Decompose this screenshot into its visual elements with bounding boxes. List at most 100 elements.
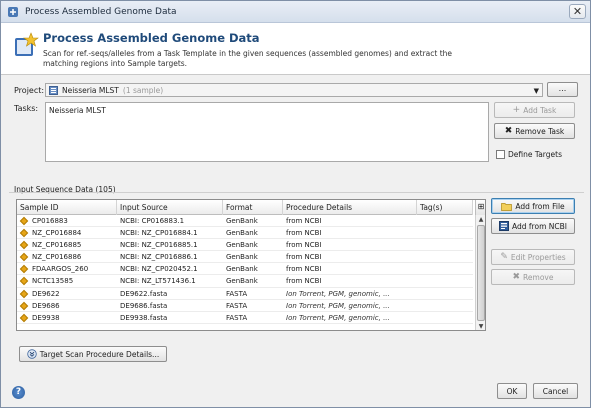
- table-row[interactable]: DE9686 DE9686.fasta FASTA Ion Torrent, P…: [17, 300, 473, 312]
- title-bar: Process Assembled Genome Data ✕: [1, 1, 590, 23]
- remove-label: Remove: [523, 272, 554, 282]
- cell-format: FASTA: [226, 301, 248, 310]
- checkbox-box[interactable]: [496, 150, 505, 159]
- cell-tags: [417, 300, 473, 312]
- column-format[interactable]: Format: [223, 200, 283, 215]
- window-title: Process Assembled Genome Data: [25, 7, 177, 17]
- define-targets-checkbox[interactable]: Define Targets: [496, 150, 562, 159]
- cell-format: GenBank: [226, 241, 258, 250]
- cell-format: GenBank: [226, 265, 258, 274]
- group-separator: [9, 192, 584, 193]
- edit-properties-label: Edit Properties: [510, 252, 566, 262]
- remove-button[interactable]: ✖ Remove: [491, 269, 575, 285]
- header-title: Process Assembled Genome Data: [43, 31, 260, 45]
- dialog-header: Process Assembled Genome Data Scan for r…: [1, 23, 590, 75]
- table-row[interactable]: NZ_CP016885 NCBI: NZ_CP016885.1 GenBank …: [17, 239, 473, 252]
- cell-input-source: NCBI: NZ_LT571436.1: [120, 277, 196, 286]
- cell-sample-id: DE9938: [32, 313, 60, 322]
- column-chooser-icon[interactable]: ⊞: [475, 200, 485, 215]
- ncbi-icon: [499, 221, 510, 231]
- target-scan-details-label: Target Scan Procedure Details...: [39, 349, 160, 359]
- cell-input-source: DE9622.fasta: [120, 289, 168, 298]
- sample-icon: [19, 313, 29, 322]
- tasks-list[interactable]: Neisseria MLST: [45, 102, 489, 162]
- sample-icon: [19, 265, 29, 274]
- scroll-thumb[interactable]: [477, 225, 485, 321]
- table-row[interactable]: FDAARGOS_260 NCBI: NZ_CP020452.1 GenBank…: [17, 263, 473, 276]
- cell-input-source: NCBI: NZ_CP016884.1: [120, 229, 198, 238]
- sample-icon: [19, 216, 29, 226]
- target-scan-details-button[interactable]: Target Scan Procedure Details...: [19, 346, 167, 362]
- dialog-window: Process Assembled Genome Data ✕ Process …: [0, 0, 591, 408]
- add-from-file-button[interactable]: Add from File: [491, 198, 575, 214]
- table-row[interactable]: NZ_CP016886 NCBI: NZ_CP016886.1 GenBank …: [17, 251, 473, 264]
- database-icon: [49, 86, 58, 95]
- cell-tags: [417, 251, 473, 263]
- cell-sample-id: CP016883: [32, 217, 68, 225]
- cell-sample-id: NZ_CP016884: [32, 229, 82, 238]
- task-item[interactable]: Neisseria MLST: [49, 106, 106, 115]
- cell-procedure-details: from NCBI: [286, 265, 322, 274]
- header-description: Scan for ref.-seqs/alleles from a Task T…: [43, 49, 452, 68]
- cell-procedure-details: from NCBI: [286, 217, 322, 225]
- browse-project-button[interactable]: ...: [547, 82, 578, 97]
- sample-icon: [19, 289, 29, 298]
- tasks-label: Tasks:: [14, 104, 39, 113]
- define-targets-label: Define Targets: [508, 150, 562, 159]
- cell-input-source: DE9938.fasta: [120, 313, 168, 322]
- cell-tags: [417, 239, 473, 251]
- column-input-source[interactable]: Input Source: [117, 200, 223, 215]
- cell-input-source: NCBI: NZ_CP016886.1: [120, 253, 198, 262]
- project-combo[interactable]: Neisseria MLST (1 sample) ▼: [45, 83, 543, 97]
- table-row[interactable]: CP016883 NCBI: CP016883.1 GenBank from N…: [17, 215, 473, 228]
- cell-format: GenBank: [226, 277, 258, 286]
- cell-sample-id: NZ_CP016886: [32, 253, 82, 262]
- add-from-ncbi-label: Add from NCBI: [512, 221, 567, 231]
- sample-icon: [19, 240, 29, 250]
- cell-tags: [417, 227, 473, 239]
- add-task-button[interactable]: + Add Task: [494, 102, 575, 118]
- ok-button[interactable]: OK: [497, 383, 527, 399]
- edit-icon: ✎: [500, 251, 508, 262]
- table-row[interactable]: DE9622 DE9622.fasta FASTA Ion Torrent, P…: [17, 288, 473, 300]
- cell-procedure-details: Ion Torrent, PGM, genomic, ...: [286, 289, 390, 298]
- project-sub: (1 sample): [122, 86, 164, 95]
- cell-tags: [417, 288, 473, 300]
- cell-input-source: DE9686.fasta: [120, 301, 168, 310]
- add-task-label: Add Task: [523, 105, 557, 115]
- sample-icon: [19, 301, 29, 310]
- sample-icon: [19, 277, 29, 286]
- column-sample-id[interactable]: Sample ID: [17, 200, 117, 215]
- folder-icon: [501, 202, 513, 211]
- sample-icon: [19, 253, 29, 262]
- table-body: CP016883 NCBI: CP016883.1 GenBank from N…: [17, 215, 473, 324]
- column-tags[interactable]: Tag(s): [417, 200, 473, 215]
- scroll-down-icon[interactable]: ▼: [476, 322, 485, 330]
- table-scrollbar[interactable]: ▲ ▼: [475, 215, 485, 330]
- cell-tags: [417, 275, 473, 287]
- column-procedure-details[interactable]: Procedure Details: [283, 200, 417, 215]
- expand-icon: [27, 349, 37, 359]
- cell-tags: [417, 215, 473, 227]
- table-row[interactable]: DE9938 DE9938.fasta FASTA Ion Torrent, P…: [17, 312, 473, 324]
- cancel-button[interactable]: Cancel: [533, 383, 578, 399]
- cell-input-source: NCBI: NZ_CP020452.1: [120, 265, 198, 274]
- cell-tags: [417, 263, 473, 275]
- cell-procedure-details: from NCBI: [286, 229, 322, 238]
- cell-procedure-details: Ion Torrent, PGM, genomic, ...: [286, 301, 390, 310]
- remove-task-button[interactable]: ✖ Remove Task: [494, 123, 575, 139]
- table-row[interactable]: NCTC13585 NCBI: NZ_LT571436.1 GenBank fr…: [17, 275, 473, 288]
- help-icon[interactable]: ?: [12, 386, 25, 399]
- close-button[interactable]: ✕: [569, 4, 586, 19]
- edit-properties-button[interactable]: ✎ Edit Properties: [491, 249, 575, 265]
- scroll-up-icon[interactable]: ▲: [476, 215, 485, 224]
- cell-procedure-details: from NCBI: [286, 241, 322, 250]
- table-header: Sample ID Input Source Format Procedure …: [17, 200, 473, 215]
- table-row[interactable]: NZ_CP016884 NCBI: NZ_CP016884.1 GenBank …: [17, 227, 473, 240]
- add-from-ncbi-button[interactable]: Add from NCBI: [491, 218, 575, 234]
- cell-procedure-details: Ion Torrent, PGM, genomic, ...: [286, 313, 390, 322]
- cell-input-source: NCBI: CP016883.1: [120, 217, 185, 225]
- ok-label: OK: [506, 386, 518, 396]
- cell-format: FASTA: [226, 289, 248, 298]
- input-sequence-table[interactable]: Sample ID Input Source Format Procedure …: [16, 199, 486, 331]
